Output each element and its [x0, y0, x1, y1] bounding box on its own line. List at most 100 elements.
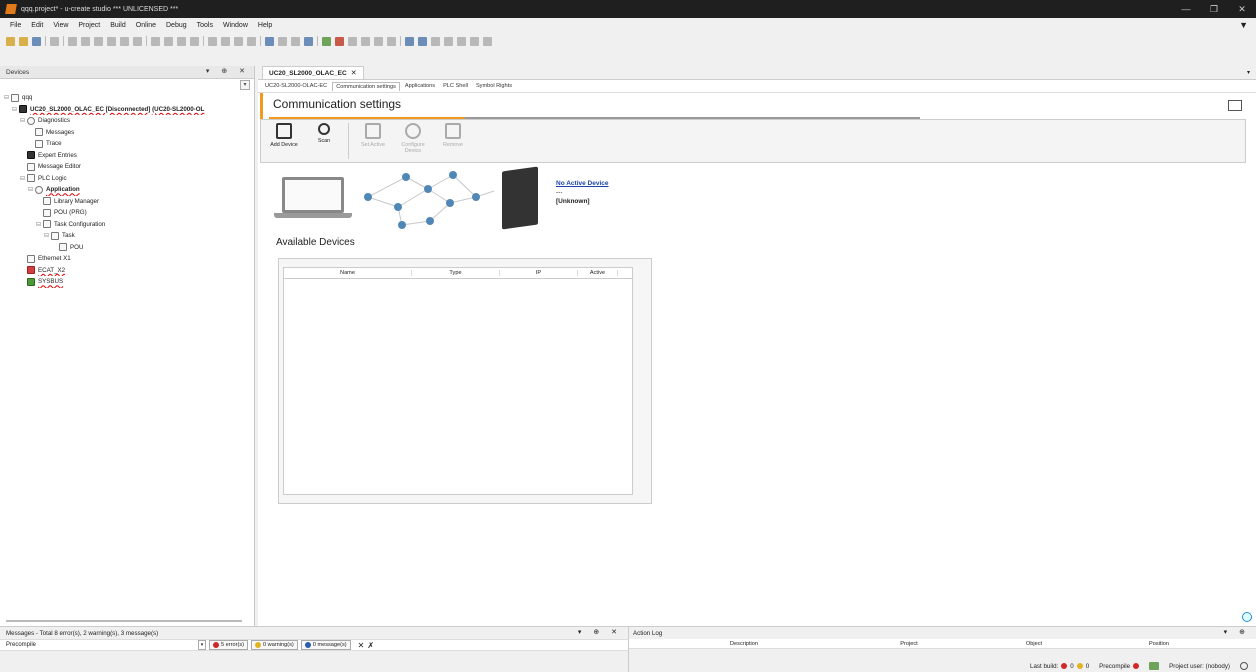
bookmark-clear-icon[interactable] — [247, 36, 256, 46]
replace-icon[interactable] — [164, 36, 173, 46]
find-icon[interactable] — [151, 36, 160, 46]
tree-item[interactable]: SYSBUS — [0, 276, 254, 288]
col-name[interactable]: Name — [284, 270, 412, 276]
expand-toggle-icon[interactable]: ⊟ — [36, 221, 43, 228]
tree-item[interactable]: Message Editor — [0, 161, 254, 173]
tree-item[interactable]: Library Manager — [0, 196, 254, 208]
undo-icon[interactable] — [68, 36, 77, 46]
menu-help[interactable]: Help — [258, 22, 272, 29]
warnings-filter-button[interactable]: 0 warning(s) — [251, 640, 298, 650]
panel-controls[interactable]: ▾ ⊕ — [1224, 628, 1250, 636]
tree-item[interactable]: ⊟ Diagnostics — [0, 115, 254, 127]
col-type[interactable]: Type — [412, 270, 500, 276]
message-category-combo[interactable]: Precompile ▾ — [6, 640, 206, 650]
force-values-icon[interactable] — [483, 36, 492, 46]
filter-icon[interactable]: ▼ — [1239, 20, 1248, 30]
col-active[interactable]: Active — [578, 270, 618, 276]
tree-item[interactable]: ⊟ PLC Logic — [0, 173, 254, 185]
settings-gear-icon[interactable] — [1240, 662, 1248, 670]
expand-toggle-icon[interactable]: ⊟ — [20, 117, 27, 124]
logout-icon[interactable] — [335, 36, 344, 46]
rebuild-icon[interactable] — [278, 36, 287, 46]
col-project[interactable]: Project — [859, 641, 959, 647]
devices-grid[interactable]: Name Type IP Active — [283, 267, 633, 495]
scan-button[interactable]: Scan — [305, 123, 343, 159]
online-config-icon[interactable] — [1149, 662, 1160, 670]
expand-toggle-icon[interactable]: ⊟ — [4, 94, 11, 101]
login-icon[interactable] — [322, 36, 331, 46]
col-object[interactable]: Object — [959, 641, 1109, 647]
expand-toggle-icon[interactable]: ⊟ — [20, 175, 27, 182]
redo-icon[interactable] — [81, 36, 90, 46]
devices-dropdown-icon[interactable]: ▾ — [240, 80, 250, 90]
tree-item[interactable]: Ethernet X1 — [0, 253, 254, 265]
menu-edit[interactable]: Edit — [31, 22, 43, 29]
configure-device-button[interactable]: Configure Device — [394, 123, 432, 159]
step-into-icon[interactable] — [431, 36, 440, 46]
set-active-button[interactable]: Set Active — [354, 123, 392, 159]
open-project-icon[interactable] — [19, 36, 28, 46]
subtab-symbol-rights[interactable]: Symbol Rights — [473, 82, 515, 90]
tab-list-icon[interactable]: ▾ — [1247, 69, 1250, 76]
tree-item[interactable]: ECAT_X2 — [0, 265, 254, 277]
menu-window[interactable]: Window — [223, 22, 248, 29]
network-topology-icon[interactable] — [1228, 100, 1242, 111]
save-icon[interactable] — [32, 36, 41, 46]
subtab-plc-shell[interactable]: PLC Shell — [440, 82, 471, 90]
expand-toggle-icon[interactable]: ⊟ — [28, 186, 35, 193]
menu-build[interactable]: Build — [110, 22, 126, 29]
infos-filter-button[interactable]: 0 message(s) — [300, 640, 351, 650]
bookmark-icon[interactable] — [208, 36, 217, 46]
document-tab[interactable]: UC20_SL2000_OLAC_EC ✕ — [262, 66, 364, 79]
col-ip[interactable]: IP — [500, 270, 578, 276]
paste-icon[interactable] — [120, 36, 129, 46]
cut-icon[interactable] — [94, 36, 103, 46]
tree-item[interactable]: ⊟ Task — [0, 230, 254, 242]
build-icon[interactable] — [265, 36, 274, 46]
device-icon[interactable] — [304, 36, 313, 46]
subtab-device-overview[interactable]: UC20-SL2000-OLAC-EC — [262, 82, 330, 90]
col-position[interactable]: Position — [1109, 641, 1209, 647]
errors-filter-button[interactable]: 5 error(s) — [209, 640, 248, 650]
delete-icon[interactable] — [133, 36, 142, 46]
menu-file[interactable]: File — [10, 22, 21, 29]
start-icon[interactable] — [374, 36, 383, 46]
tree-item[interactable]: ⊟ UC20_SL2000_OLAC_EC [Disconnected] (UC2… — [0, 104, 254, 116]
tree-item[interactable]: Expert Entries — [0, 150, 254, 162]
no-active-device-link[interactable]: No Active Device — [556, 179, 609, 188]
close-button[interactable]: ✕ — [1228, 0, 1256, 18]
menu-online[interactable]: Online — [136, 22, 156, 29]
step-out-icon[interactable] — [444, 36, 453, 46]
stop-icon[interactable] — [387, 36, 396, 46]
reset-icon[interactable] — [348, 36, 357, 46]
tree-item[interactable]: ⊟ Application — [0, 184, 254, 196]
find-previous-icon[interactable] — [190, 36, 199, 46]
copy-icon[interactable] — [107, 36, 116, 46]
network-scan-side-icon[interactable] — [1242, 612, 1252, 622]
panel-controls[interactable]: ▾ ⊕ ✕ — [578, 628, 622, 636]
download-icon[interactable] — [361, 36, 370, 46]
menu-project[interactable]: Project — [78, 22, 100, 29]
col-description[interactable]: Description — [629, 641, 859, 647]
menu-view[interactable]: View — [53, 22, 68, 29]
bookmark-next-icon[interactable] — [221, 36, 230, 46]
tree-item[interactable]: POU — [0, 242, 254, 254]
breakpoint-icon[interactable] — [405, 36, 414, 46]
panel-controls[interactable]: ▾ ⊕ ✕ — [206, 67, 250, 75]
expand-toggle-icon[interactable]: ⊟ — [12, 106, 19, 113]
write-values-icon[interactable] — [470, 36, 479, 46]
tree-item[interactable]: Messages — [0, 127, 254, 139]
chevron-down-icon[interactable]: ▾ — [198, 640, 206, 650]
bookmark-prev-icon[interactable] — [234, 36, 243, 46]
tree-item[interactable]: Trace — [0, 138, 254, 150]
expand-toggle-icon[interactable]: ⊟ — [44, 232, 51, 239]
minimize-button[interactable]: — — [1172, 0, 1200, 18]
step-over-icon[interactable] — [418, 36, 427, 46]
close-tab-icon[interactable]: ✕ — [351, 69, 357, 77]
clear-all-icon[interactable]: ✗ — [367, 641, 374, 650]
clean-icon[interactable] — [291, 36, 300, 46]
new-project-icon[interactable] — [6, 36, 15, 46]
menu-tools[interactable]: Tools — [197, 22, 213, 29]
print-icon[interactable] — [50, 36, 59, 46]
tree-item[interactable]: POU (PRG) — [0, 207, 254, 219]
